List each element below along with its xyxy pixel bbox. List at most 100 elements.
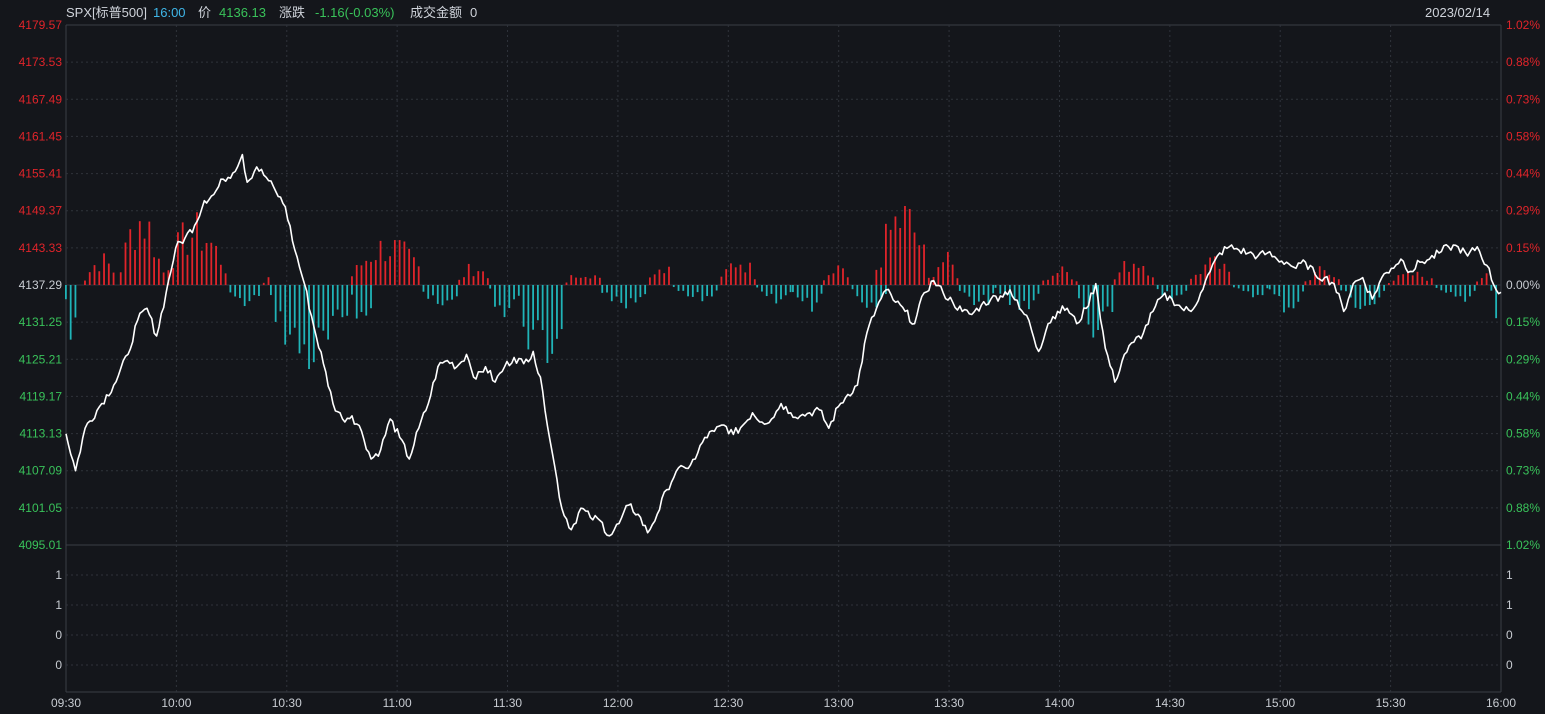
volume-bar xyxy=(267,277,270,285)
volume-bar xyxy=(598,277,601,285)
volume-bar xyxy=(112,272,115,285)
volume-bar xyxy=(370,285,372,309)
volume-bar xyxy=(517,285,520,296)
volume-bar xyxy=(346,285,349,316)
volume-bar xyxy=(489,285,492,289)
time-tick-label: 14:30 xyxy=(1155,696,1185,710)
volume-bar xyxy=(467,263,470,285)
volume-bar xyxy=(284,285,287,345)
price-tick-label: 4161.45 xyxy=(19,129,63,143)
volume-bar xyxy=(589,278,592,285)
volume-bar xyxy=(1318,266,1321,285)
volume-bar xyxy=(880,267,883,285)
volume-bar xyxy=(374,260,377,285)
volume-bar xyxy=(565,282,568,285)
volume-bar xyxy=(1480,278,1483,285)
volume-bar xyxy=(1075,281,1078,285)
chart-canvas[interactable]: 4179.57 1.02% 4173.53 0.88% 4167.49 0.73% 4161… xyxy=(0,0,1545,714)
price-tick-label: 4101.05 xyxy=(19,501,63,515)
volume-bar xyxy=(629,285,632,299)
volume-bar xyxy=(279,285,282,312)
volume-bar xyxy=(341,285,344,318)
volume-bar xyxy=(1283,285,1285,313)
volume-bar xyxy=(88,272,91,285)
volume-bar xyxy=(1237,285,1240,289)
price-tick-label: 4143.33 xyxy=(19,241,63,255)
volume-bar xyxy=(1402,274,1405,285)
price-tick-label: 4131.25 xyxy=(19,315,63,329)
volume-bar xyxy=(823,280,825,285)
volume-bar xyxy=(870,285,873,303)
volume-bar xyxy=(124,242,127,285)
volume-bar xyxy=(734,267,737,285)
time-tick-label: 15:30 xyxy=(1376,696,1406,710)
volume-bar xyxy=(413,257,415,285)
price-tick-label: 4107.09 xyxy=(19,464,63,478)
volume-bar xyxy=(1070,279,1073,285)
axes: 4179.57 1.02% 4173.53 0.88% 4167.49 0.73% 4161… xyxy=(19,18,1541,710)
price-line xyxy=(65,153,1502,537)
volume-bar xyxy=(625,285,627,309)
volume-bar xyxy=(1028,285,1030,310)
volume-bar xyxy=(172,268,175,285)
volume-bar xyxy=(973,285,975,306)
volume-bar xyxy=(1292,285,1295,309)
volume-bar xyxy=(1407,271,1409,285)
volume-bar xyxy=(458,279,461,285)
volume-bar xyxy=(360,285,363,313)
volume-bar xyxy=(298,285,301,354)
volume-bar xyxy=(427,285,430,299)
volume-bar xyxy=(1061,266,1064,285)
volume-bar xyxy=(219,264,222,285)
volume-bar xyxy=(1359,285,1362,310)
volume-bar xyxy=(360,265,363,285)
volume-bar xyxy=(143,238,146,285)
volume-bar xyxy=(982,285,985,295)
volume-bar xyxy=(1354,285,1357,308)
volume-bar xyxy=(1304,281,1307,285)
percent-tick-label: 0.73% xyxy=(1506,464,1540,478)
volume-bar xyxy=(753,279,756,285)
volume-bar xyxy=(1485,273,1488,285)
volume-bar xyxy=(865,285,868,308)
volume-bar xyxy=(498,285,501,306)
volume-bar xyxy=(1426,280,1428,285)
volume-bar xyxy=(963,285,966,293)
volume-bar xyxy=(730,263,732,285)
time-tick-label: 09:30 xyxy=(51,696,81,710)
volume-bar xyxy=(546,285,549,363)
volume-bar xyxy=(937,267,940,285)
volume-tick-label-right: 0 xyxy=(1506,658,1513,672)
volume-bar xyxy=(365,260,368,285)
price-tick-label: 4155.41 xyxy=(19,167,63,181)
volume-bar xyxy=(513,285,515,300)
volume-bar xyxy=(1337,279,1340,285)
percent-tick-label: 1.02% xyxy=(1506,538,1540,552)
volume-bar xyxy=(355,265,358,285)
volume-bar xyxy=(1266,285,1269,289)
volume-bar xyxy=(701,285,704,302)
volume-bar xyxy=(408,248,411,285)
time-tick-label: 11:00 xyxy=(383,696,412,710)
price-tick-label: 4173.53 xyxy=(19,55,63,69)
volume-bar xyxy=(770,285,773,294)
volume-bar xyxy=(289,285,291,335)
volume-bar xyxy=(756,285,759,288)
volume-bar xyxy=(1309,280,1312,285)
volume-bar xyxy=(861,285,863,303)
volume-bar xyxy=(696,285,699,293)
volume-bar xyxy=(1302,285,1304,292)
volume-bar xyxy=(157,258,160,285)
volume-bar xyxy=(186,254,189,285)
volume-bar xyxy=(1008,285,1011,305)
volume-bar xyxy=(503,285,506,318)
volume-bar xyxy=(1392,280,1395,285)
volume-bar xyxy=(455,285,458,297)
volume-bar xyxy=(1449,285,1452,293)
volume-bar xyxy=(658,269,661,285)
time-tick-label: 13:30 xyxy=(934,696,964,710)
volume-bar xyxy=(1469,285,1471,297)
time-tick-label: 12:30 xyxy=(713,696,743,710)
volume-bar xyxy=(951,264,954,285)
volume-bar xyxy=(1340,285,1343,291)
